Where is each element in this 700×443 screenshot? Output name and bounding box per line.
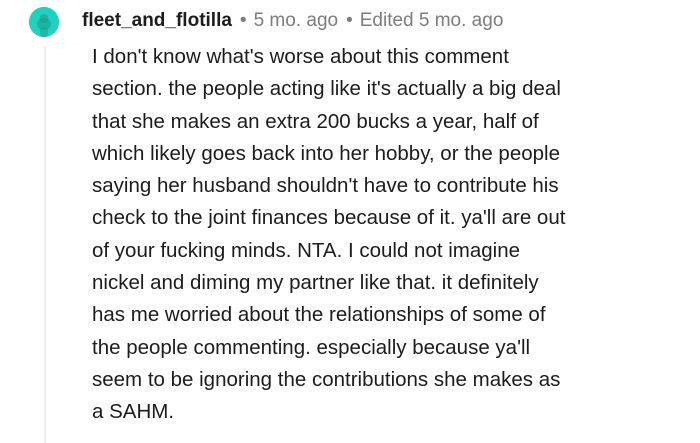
snoo-avatar-icon bbox=[29, 7, 59, 37]
comment-line: saying her husband shouldn't have to con… bbox=[92, 174, 559, 198]
comment-line: nickel and diming my partner like that. … bbox=[92, 271, 539, 295]
comment-body: I don't know what's worse about this com… bbox=[92, 41, 688, 429]
comment-line: of your fucking minds. NTA. I could not … bbox=[92, 238, 521, 262]
edited-label: Edited 5 mo. ago bbox=[359, 10, 504, 31]
separator-dot: • bbox=[346, 10, 353, 31]
comment-header: fleet_and_flotilla • 5 mo. ago • Edited … bbox=[82, 6, 503, 36]
comment-line: section. the people acting like it's act… bbox=[92, 77, 561, 101]
comment-line: that she makes an extra 200 bucks a year… bbox=[92, 109, 539, 133]
avatar[interactable] bbox=[29, 7, 59, 37]
comment-line: the people commenting. especially becaus… bbox=[92, 335, 531, 359]
comment-line: which likely goes back into her hobby, o… bbox=[92, 141, 560, 165]
comment-line: seem to be ignoring the contributions sh… bbox=[92, 367, 561, 391]
comment-line: I don't know what's worse about this com… bbox=[92, 45, 509, 68]
username-link[interactable]: fleet_and_flotilla bbox=[82, 6, 232, 36]
comment-line: has me worried about the relationships o… bbox=[92, 303, 546, 327]
separator-dot: • bbox=[239, 10, 247, 31]
comment-line: check to the joint finances because of i… bbox=[92, 206, 566, 230]
comment-age[interactable]: 5 mo. ago bbox=[254, 6, 339, 36]
comment-line: a SAHM. bbox=[92, 400, 175, 424]
thread-line[interactable] bbox=[44, 46, 46, 443]
